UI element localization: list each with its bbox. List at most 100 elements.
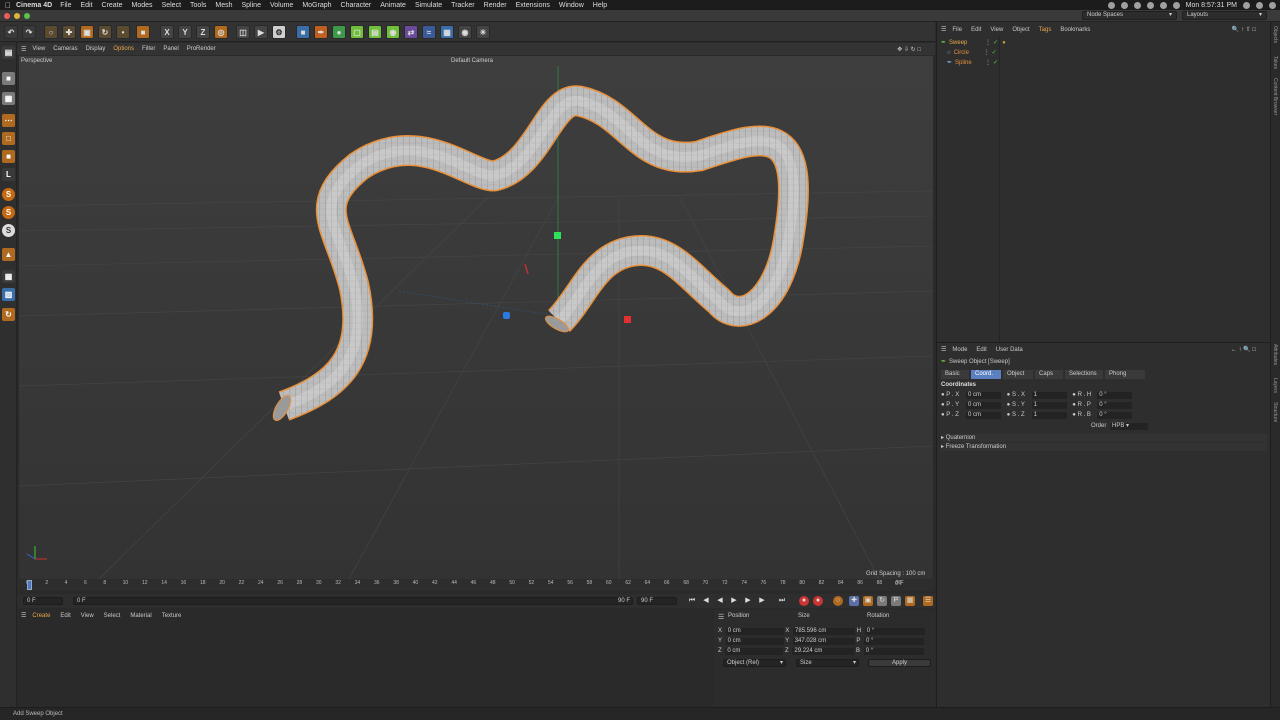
sidebar-tab-takes[interactable]: Takes bbox=[1272, 56, 1278, 69]
sidebar-tab-attributes[interactable]: Attributes bbox=[1272, 344, 1278, 365]
object-name[interactable]: Spline bbox=[955, 60, 979, 66]
size-mode-dropdown[interactable]: Size ▾ bbox=[796, 659, 859, 667]
phong-tag-icon[interactable]: ● bbox=[1002, 40, 1006, 46]
tab-coord[interactable]: Coord. bbox=[971, 370, 1001, 379]
coord-mode-dropdown[interactable]: Object (Rel) ▾ bbox=[723, 659, 786, 667]
quantize-icon[interactable]: S bbox=[2, 206, 15, 219]
py-field[interactable]: 0 cm bbox=[965, 402, 1001, 409]
keyframe-dot-icon[interactable]: ● bbox=[1072, 392, 1076, 398]
sculpt-icon[interactable]: ▲ bbox=[2, 248, 15, 261]
menu-simulate[interactable]: Simulate bbox=[415, 2, 442, 9]
object-menu-bookmarks[interactable]: Bookmarks bbox=[1060, 27, 1090, 33]
render-picture-viewer-icon[interactable]: ▶ bbox=[254, 25, 268, 39]
coords-toggle-icon[interactable]: ☰ bbox=[718, 613, 724, 621]
texture-mode-icon[interactable]: ▦ bbox=[2, 92, 15, 105]
playhead[interactable] bbox=[27, 580, 32, 590]
viewport-menu-panel[interactable]: Panel bbox=[163, 46, 178, 52]
volume-icon[interactable] bbox=[1172, 1, 1180, 9]
keyframe-dot-icon[interactable]: ● bbox=[1072, 402, 1076, 408]
axis-icon[interactable]: ↻ bbox=[2, 308, 15, 321]
object-name[interactable]: Sweep bbox=[949, 40, 979, 46]
rot-b-field[interactable]: 0 ° bbox=[863, 648, 924, 655]
keyframe-dot-icon[interactable]: ● bbox=[941, 412, 945, 418]
bluetooth-icon[interactable] bbox=[1146, 1, 1154, 9]
tab-object[interactable]: Object bbox=[1003, 370, 1033, 379]
next-key-icon[interactable]: ▶ bbox=[757, 596, 767, 606]
tab-phong[interactable]: Phong bbox=[1105, 370, 1145, 379]
object-row-sweep[interactable]: ✒ Sweep ⋮ ✓ ● bbox=[941, 38, 1269, 47]
render-view-icon[interactable]: ◫ bbox=[236, 25, 250, 39]
previous-key-icon[interactable]: ◀ bbox=[701, 596, 711, 606]
pos-y-field[interactable]: 0 cm bbox=[725, 638, 784, 645]
x-axis-lock-icon[interactable]: X bbox=[160, 25, 174, 39]
rp-field[interactable]: 0 ° bbox=[1097, 402, 1133, 409]
sidebar-tab-layers[interactable]: Layers bbox=[1272, 378, 1278, 393]
timeline-window-icon[interactable]: ☰ bbox=[923, 596, 933, 606]
snap-icon[interactable]: S bbox=[2, 188, 15, 201]
solo-icon[interactable]: S bbox=[2, 224, 15, 237]
object-mode-icon[interactable]: ■ bbox=[136, 25, 150, 39]
material-menu-edit[interactable]: Edit bbox=[60, 613, 70, 619]
polygons-mode-icon[interactable]: ■ bbox=[2, 150, 15, 163]
menu-tracker[interactable]: Tracker bbox=[451, 2, 474, 9]
tab-basic[interactable]: Basic bbox=[941, 370, 969, 379]
coordinate-system-icon[interactable]: ◎ bbox=[214, 25, 228, 39]
size-y-field[interactable]: 347.028 cm bbox=[792, 638, 855, 645]
rotate-icon[interactable]: ↻ bbox=[98, 25, 112, 39]
end-frame-field[interactable]: 90 F bbox=[637, 597, 677, 605]
pla-key-icon[interactable]: ▦ bbox=[905, 596, 915, 606]
keyframe-dot-icon[interactable]: ● bbox=[1007, 412, 1011, 418]
sidebar-tab-objects[interactable]: Objects bbox=[1272, 26, 1278, 43]
menu-select[interactable]: Select bbox=[162, 2, 181, 9]
enabled-check-icon[interactable]: ✓ bbox=[993, 39, 998, 46]
minimize-window-icon[interactable] bbox=[14, 13, 20, 19]
play-icon[interactable]: ▶ bbox=[729, 596, 739, 606]
grid-icon[interactable]: ▦ bbox=[2, 270, 15, 283]
clock[interactable]: Mon 8:57:31 PM bbox=[1186, 2, 1237, 9]
tab-caps[interactable]: Caps bbox=[1035, 370, 1063, 379]
autokey-icon[interactable]: ● bbox=[813, 596, 823, 606]
menu-tools[interactable]: Tools bbox=[190, 2, 206, 9]
object-menu-edit[interactable]: Edit bbox=[971, 27, 981, 33]
timeline-ruler[interactable]: 0246810121416182022242628303234363840424… bbox=[17, 579, 935, 591]
object-menu-object[interactable]: Object bbox=[1012, 27, 1029, 33]
menu-spline[interactable]: Spline bbox=[242, 2, 261, 9]
viewport-menu-view[interactable]: View bbox=[32, 46, 45, 52]
next-frame-icon[interactable]: ▶ bbox=[743, 596, 753, 606]
menu-help[interactable]: Help bbox=[593, 2, 607, 9]
viewport-nav-icons[interactable]: ✥ ⇩ ↻ □ bbox=[897, 46, 921, 53]
sy-field[interactable]: 1 bbox=[1031, 402, 1067, 409]
visibility-dots-icon[interactable]: ⋮ bbox=[985, 59, 991, 66]
attribute-nav-icons[interactable]: ← ↑ 🔍 □ bbox=[1231, 346, 1256, 353]
attribute-menu-mode[interactable]: Mode bbox=[952, 347, 967, 353]
siri-icon[interactable] bbox=[1256, 1, 1263, 9]
pos-x-field[interactable]: 0 cm bbox=[725, 628, 784, 635]
size-x-field[interactable]: 785.596 cm bbox=[793, 628, 856, 635]
rotation-key-icon[interactable]: ↻ bbox=[877, 596, 887, 606]
object-menu-view[interactable]: View bbox=[990, 27, 1003, 33]
camera-icon[interactable]: ◉ bbox=[458, 25, 472, 39]
object-manager-nav-icons[interactable]: 🔍 ↑ ⇧ □ bbox=[1232, 26, 1256, 33]
time-machine-icon[interactable] bbox=[1133, 1, 1141, 9]
scale-key-icon[interactable]: ▣ bbox=[863, 596, 873, 606]
lock-workplane-icon[interactable]: ▨ bbox=[2, 288, 15, 301]
node-spaces-dropdown[interactable]: Node Spaces ▾ bbox=[1082, 11, 1177, 20]
creative-cloud-icon[interactable] bbox=[1120, 1, 1128, 9]
live-selection-icon[interactable]: ○ bbox=[44, 25, 58, 39]
rb-field[interactable]: 0 ° bbox=[1097, 412, 1133, 419]
viewport-menu-options[interactable]: Options bbox=[113, 46, 134, 52]
sidebar-tab-content-browser[interactable]: Content Browser bbox=[1272, 78, 1278, 115]
size-z-field[interactable]: 29.224 cm bbox=[792, 648, 855, 655]
object-row-circle[interactable]: ○ Circle ⋮ ✓ bbox=[941, 48, 1269, 57]
material-menu-texture[interactable]: Texture bbox=[162, 613, 182, 619]
keyframe-dot-icon[interactable]: ● bbox=[941, 402, 945, 408]
start-frame-field[interactable]: 0 F bbox=[23, 597, 63, 605]
material-menu-material[interactable]: Material bbox=[130, 613, 151, 619]
scale-icon[interactable]: ▣ bbox=[80, 25, 94, 39]
viewport-menu-cameras[interactable]: Cameras bbox=[53, 46, 77, 52]
menu-mograph[interactable]: MoGraph bbox=[302, 2, 331, 9]
app-menu[interactable]: Cinema 4D bbox=[16, 2, 52, 9]
sz-field[interactable]: 1 bbox=[1031, 412, 1067, 419]
field-icon[interactable]: ≈ bbox=[422, 25, 436, 39]
sidebar-tab-structure[interactable]: Structure bbox=[1272, 402, 1278, 422]
